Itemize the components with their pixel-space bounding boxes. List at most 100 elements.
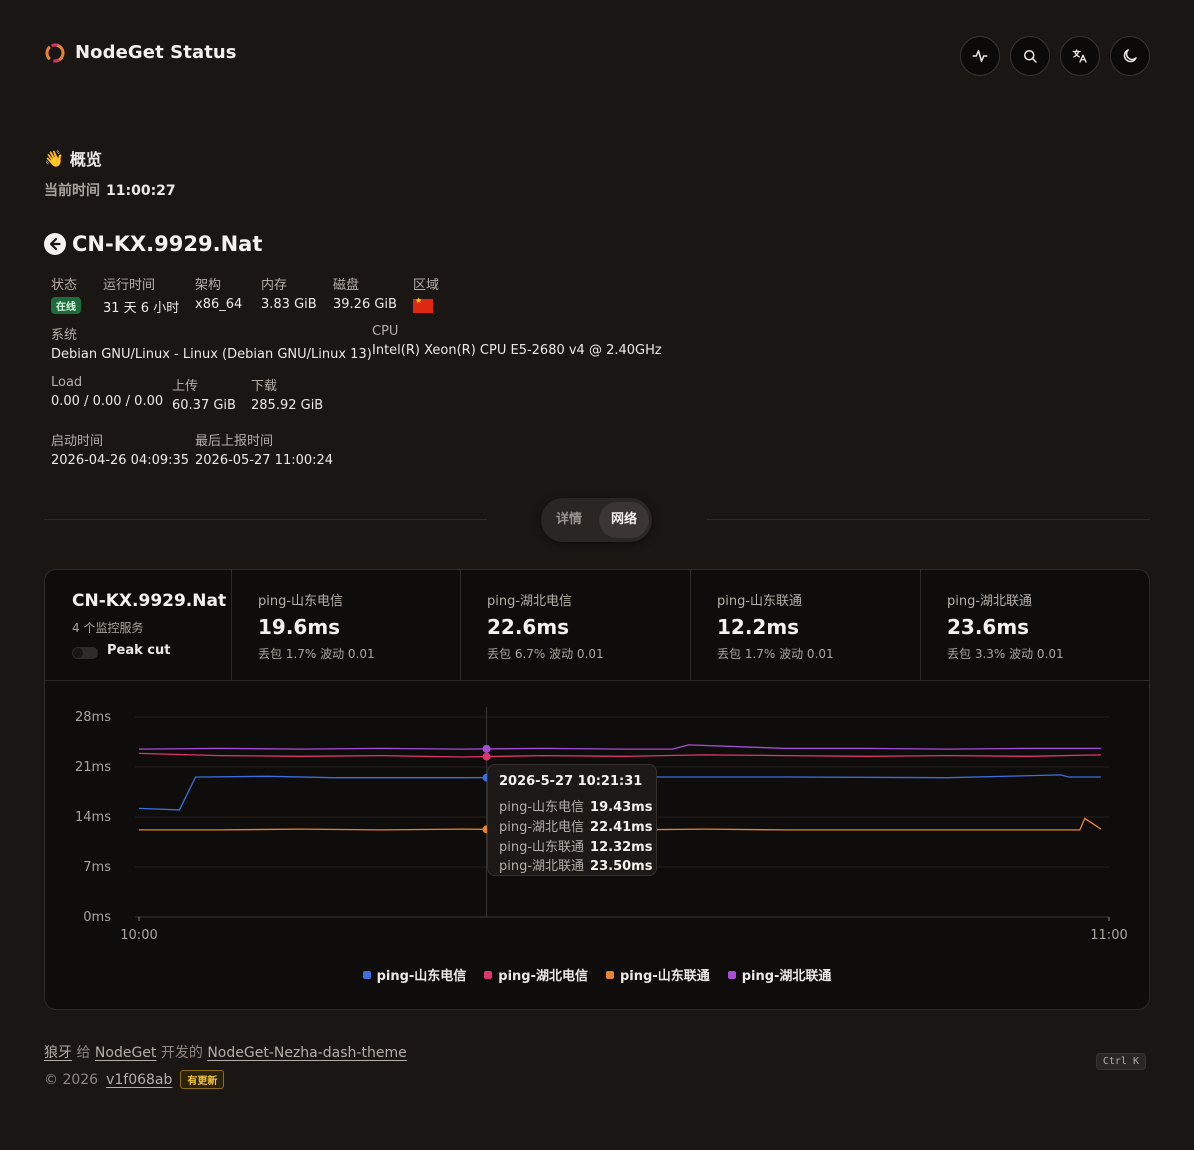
tooltip-row-name: ping-湖北电信 [499, 820, 585, 835]
metric-value: 19.6ms [258, 615, 341, 639]
metric-cell[interactable]: ping-湖北电信 22.6ms 丢包 6.7% 波动 0.01 [460, 570, 690, 680]
legend-label: ping-湖北电信 [498, 969, 588, 984]
info-last-report: 最后上报时间 2026-05-27 11:00:24 [195, 430, 333, 468]
arch-label: 架构 [195, 278, 222, 293]
boot-time-value: 2026-04-26 04:09:35 [51, 453, 190, 468]
nodeget-logo-icon [45, 43, 65, 63]
cpu-label: CPU [372, 324, 399, 339]
info-download: 下载 285.92 GiB [251, 375, 323, 413]
metric-sub: 丢包 1.7% 波动 0.01 [258, 647, 375, 661]
uptime-label: 运行时间 [103, 278, 156, 293]
x-tick-label: 10:00 [120, 928, 157, 943]
info-uptime: 运行时间 31 天 6 小时 [103, 274, 179, 316]
tooltip-row-value: 12.32ms [590, 840, 653, 855]
metric-cell[interactable]: ping-湖北联通 23.6ms 丢包 3.3% 波动 0.01 [920, 570, 1149, 680]
theme-toggle-button[interactable] [1110, 36, 1150, 76]
y-tick-label: 0ms [83, 910, 111, 925]
overview-title: 概览 [69, 150, 102, 169]
metric-cell[interactable]: ping-山东电信 19.6ms 丢包 1.7% 波动 0.01 [231, 570, 461, 680]
upload-label: 上传 [172, 379, 199, 394]
legend-swatch [727, 970, 736, 979]
y-tick-label: 7ms [83, 860, 111, 875]
metric-label: ping-山东电信 [258, 594, 344, 609]
metric-sub: 丢包 3.3% 波动 0.01 [947, 647, 1064, 661]
metric-sub: 丢包 6.7% 波动 0.01 [487, 647, 604, 661]
tooltip-row-value: 23.50ms [590, 859, 653, 874]
info-boot-time: 启动时间 2026-04-26 04:09:35 [51, 430, 189, 468]
metric-cell[interactable]: ping-山东联通 12.2ms 丢包 1.7% 波动 0.01 [690, 570, 920, 680]
arch-value: x86_64 [195, 297, 243, 312]
legend-swatch [484, 970, 493, 979]
project-link[interactable]: NodeGet [95, 1045, 157, 1061]
legend-label: ping-山东联通 [620, 969, 710, 984]
metric-value: 22.6ms [487, 615, 570, 639]
legend-label: ping-山东电信 [376, 969, 467, 984]
info-arch: 架构 x86_64 [195, 274, 242, 312]
theme-link[interactable]: NodeGet-Nezha-dash-theme [207, 1045, 406, 1061]
tab-network[interactable]: 网络 [599, 502, 649, 538]
legend-label: ping-湖北联通 [741, 969, 832, 984]
tooltip-row: ping-湖北联通 23.50ms [499, 855, 652, 874]
chart-legend: ping-山东电信 ping-湖北电信 ping-山东联通 ping-湖北联通 [45, 965, 1149, 984]
series-line [138, 744, 1101, 750]
author-link[interactable]: 狼牙 [44, 1045, 72, 1061]
legend-item[interactable]: ping-湖北电信 [484, 965, 588, 984]
legend-item[interactable]: ping-山东电信 [362, 965, 467, 984]
search-button[interactable] [1010, 36, 1050, 76]
info-memory: 内存 3.83 GiB [261, 274, 317, 312]
tooltip-row-name: ping-山东电信 [499, 800, 585, 815]
current-time-value: 11:00:27 [106, 183, 176, 199]
command-shortcut[interactable]: Ctrl K [1095, 1053, 1146, 1070]
tooltip-row: ping-湖北电信 22.41ms [499, 816, 652, 835]
legend-swatch [362, 970, 371, 979]
network-card: CN-KX.9929.Nat 4 个监控服务 Peak cut ping-山东电… [44, 569, 1150, 1010]
disk-value: 39.26 GiB [333, 297, 397, 312]
y-tick-label: 14ms [75, 810, 111, 825]
info-load: Load 0.00 / 0.00 / 0.00 [51, 375, 163, 409]
tooltip-row-value: 19.43ms [590, 800, 653, 815]
tab-detail[interactable]: 详情 [541, 498, 597, 542]
version-link[interactable]: v1f068ab [106, 1072, 172, 1088]
last-report-label: 最后上报时间 [195, 434, 274, 449]
metric-label: ping-湖北联通 [947, 594, 1033, 609]
legend-item[interactable]: ping-湖北联通 [727, 965, 832, 984]
footer-text-give: 给 [76, 1045, 91, 1061]
tooltip-row-name: ping-湖北联通 [499, 859, 585, 874]
view-tabs: 详情 网络 [541, 498, 652, 542]
divider-right [707, 519, 1150, 520]
tooltip-row-value: 22.41ms [590, 820, 653, 835]
language-button[interactable] [1060, 36, 1100, 76]
peak-cut-toggle[interactable] [72, 647, 98, 659]
upload-value: 60.37 GiB [172, 398, 236, 413]
hover-point [482, 744, 491, 753]
metric-sub: 丢包 1.7% 波动 0.01 [717, 647, 834, 661]
metric-value: 12.2ms [717, 615, 800, 639]
hover-point [482, 752, 491, 761]
translate-icon [1072, 49, 1087, 63]
metric-label: ping-湖北电信 [487, 594, 573, 609]
update-badge[interactable]: 有更新 [180, 1070, 225, 1089]
status-badge: 在线 [51, 297, 81, 314]
top-header: NodeGet Status [44, 36, 1150, 76]
y-tick-label: 21ms [75, 760, 111, 775]
brand-title[interactable]: NodeGet Status [75, 42, 237, 63]
activity-button[interactable] [960, 36, 1000, 76]
memory-label: 内存 [261, 278, 288, 293]
os-value: Debian GNU/Linux - Linux (Debian GNU/Lin… [51, 347, 372, 362]
network-node-name: CN-KX.9929.Nat [72, 591, 227, 611]
info-disk: 磁盘 39.26 GiB [333, 274, 397, 312]
download-value: 285.92 GiB [251, 398, 324, 413]
cpu-value: Intel(R) Xeon(R) CPU E5-2680 v4 @ 2.40GH… [372, 343, 662, 358]
activity-icon [972, 50, 988, 62]
chart-tooltip: 2026-5-27 10:21:31 ping-山东电信 19.43ms ping… [487, 764, 657, 876]
load-value: 0.00 / 0.00 / 0.00 [51, 394, 164, 409]
region-label: 区域 [413, 278, 440, 293]
back-arrow-icon[interactable] [44, 233, 66, 255]
copyright: © 2026 [44, 1071, 99, 1088]
legend-item[interactable]: ping-山东联通 [606, 965, 710, 984]
peak-cut-label: Peak cut [107, 643, 171, 658]
tooltip-row: ping-山东电信 19.43ms [499, 796, 652, 815]
os-label: 系统 [51, 328, 78, 343]
info-region: 区域 [413, 274, 439, 317]
series-line [138, 752, 1101, 758]
